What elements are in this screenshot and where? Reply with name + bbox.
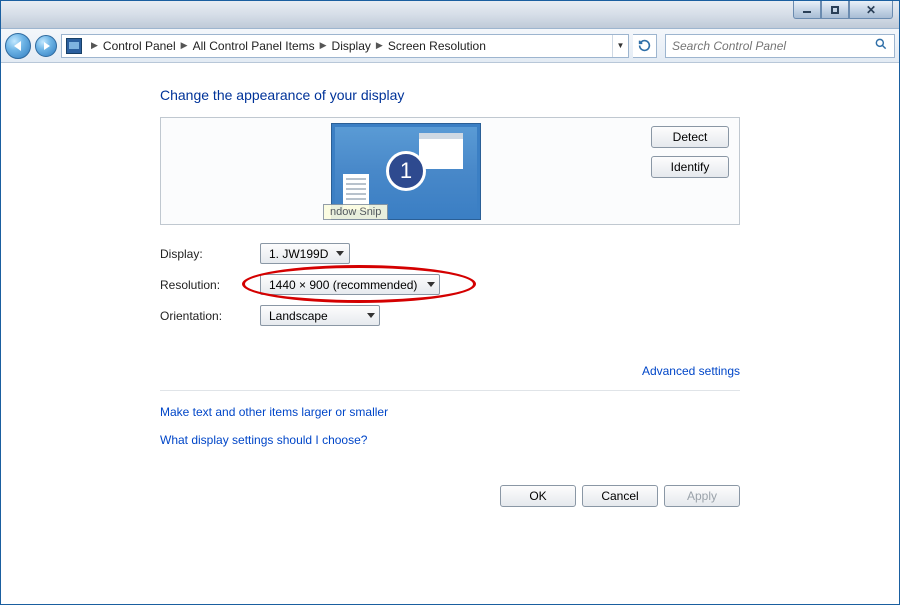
display-label: Display: [160,247,260,261]
help-link[interactable]: What display settings should I choose? [160,433,367,447]
page-title: Change the appearance of your display [160,87,740,103]
arrow-right-icon [44,42,50,50]
monitor-thumbnail[interactable]: 1 ndow Snip [332,124,480,219]
search-box[interactable] [665,34,895,58]
resolution-value: 1440 × 900 (recommended) [269,278,417,292]
snip-tooltip: ndow Snip [323,204,388,220]
window-titlebar: ✕ [1,1,899,29]
breadcrumb-item[interactable]: All Control Panel Items [193,39,315,53]
display-dropdown[interactable]: 1. JW199D [260,243,350,264]
ok-button[interactable]: OK [500,485,576,507]
nav-forward-button[interactable] [35,35,57,57]
chevron-down-icon [336,251,344,256]
orientation-value: Landscape [269,309,328,323]
breadcrumb-item[interactable]: Display [332,39,371,53]
chevron-down-icon [367,313,375,318]
resolution-dropdown[interactable]: 1440 × 900 (recommended) [260,274,440,295]
close-button[interactable]: ✕ [849,1,893,19]
text-size-link[interactable]: Make text and other items larger or smal… [160,405,388,419]
breadcrumb-item[interactable]: Control Panel [103,39,176,53]
breadcrumb-item[interactable]: Screen Resolution [388,39,486,53]
advanced-settings-link[interactable]: Advanced settings [642,364,740,378]
identify-button[interactable]: Identify [651,156,729,178]
control-panel-icon [66,38,82,54]
orientation-dropdown[interactable]: Landscape [260,305,380,326]
chevron-right-icon: ▶ [371,40,388,51]
chevron-right-icon: ▶ [176,40,193,51]
apply-button[interactable]: Apply [664,485,740,507]
search-input[interactable] [672,39,874,53]
content-area: Change the appearance of your display 1 … [1,63,899,604]
orientation-label: Orientation: [160,309,260,323]
navigation-bar: ▶ Control Panel ▶ All Control Panel Item… [1,29,899,63]
chevron-right-icon: ▶ [315,40,332,51]
display-value: 1. JW199D [269,247,328,261]
resolution-label: Resolution: [160,278,260,292]
maximize-button[interactable] [821,1,849,19]
detect-button[interactable]: Detect [651,126,729,148]
breadcrumb-bar[interactable]: ▶ Control Panel ▶ All Control Panel Item… [61,34,629,58]
minimize-button[interactable] [793,1,821,19]
refresh-icon [638,39,651,52]
chevron-right-icon: ▶ [86,40,103,51]
chevron-down-icon [427,282,435,287]
search-icon[interactable] [874,37,888,54]
cancel-button[interactable]: Cancel [582,485,658,507]
breadcrumb-history-dropdown[interactable]: ▼ [612,35,628,57]
refresh-button[interactable] [633,34,657,58]
display-preview-box: 1 ndow Snip Detect Identify [160,117,740,225]
arrow-left-icon [14,41,21,51]
nav-back-button[interactable] [5,33,31,59]
monitor-window-decor [419,133,463,169]
settings-form: Display: 1. JW199D Resolution: 1440 × 90… [160,243,740,326]
monitor-number-badge: 1 [386,151,426,191]
